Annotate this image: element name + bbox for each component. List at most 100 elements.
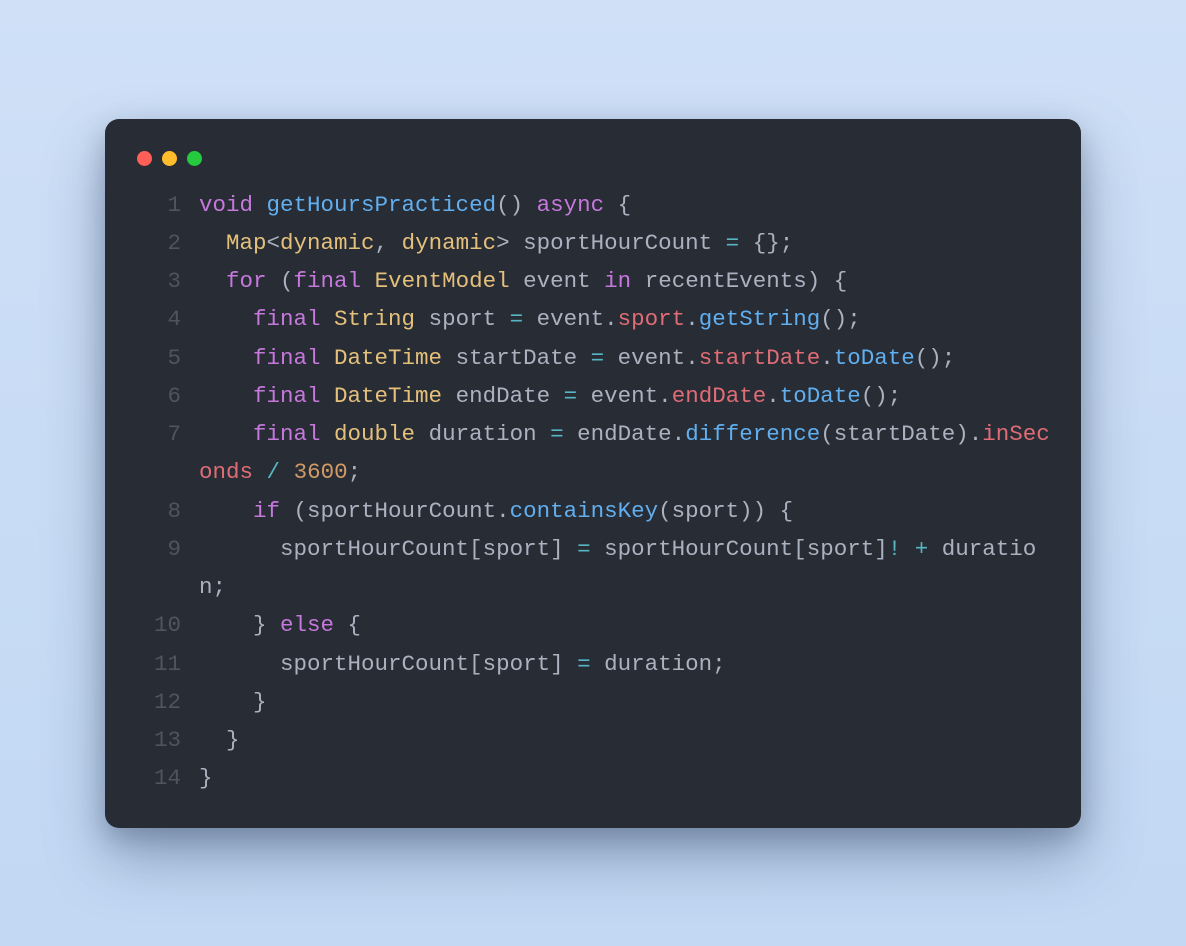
token: String (334, 306, 415, 332)
token: ] (874, 536, 888, 562)
token: getHoursPracticed (267, 192, 497, 218)
token: ] (550, 536, 564, 562)
token: . (496, 498, 510, 524)
token: () (496, 192, 523, 218)
line-number: 4 (135, 300, 199, 338)
token: EventModel (375, 268, 510, 294)
code-line: 4 final String sport = event.sport.getSt… (135, 300, 1051, 338)
token: = (550, 421, 564, 447)
token: sport (807, 536, 875, 562)
token (442, 345, 456, 371)
token: final (253, 345, 321, 371)
token: event (618, 345, 686, 371)
line-number: 12 (135, 683, 199, 721)
token: > (496, 230, 510, 256)
token: DateTime (334, 345, 442, 371)
token (604, 345, 618, 371)
code-line: 10 } else { (135, 606, 1051, 644)
token: (); (861, 383, 902, 409)
token: async (537, 192, 605, 218)
token: Map (226, 230, 267, 256)
token: . (685, 306, 699, 332)
token (253, 192, 267, 218)
line-source: } (199, 683, 1051, 721)
code-line: 3 for (final EventModel event in recentE… (135, 262, 1051, 300)
token (564, 536, 578, 562)
token: . (604, 306, 618, 332)
line-source: final double duration = endDate.differen… (199, 415, 1051, 492)
line-source: } (199, 759, 1051, 797)
token: ; (348, 459, 362, 485)
token: sport (483, 536, 551, 562)
line-source: sportHourCount[sport] = duration; (199, 645, 1051, 683)
line-number: 11 (135, 645, 199, 683)
token (496, 306, 510, 332)
token: startDate (699, 345, 821, 371)
token: } (199, 612, 280, 638)
code-line: 2 Map<dynamic, dynamic> sportHourCount =… (135, 224, 1051, 262)
line-number: 2 (135, 224, 199, 262)
page-background: 1void getHoursPracticed() async {2 Map<d… (0, 0, 1186, 946)
close-icon[interactable] (137, 151, 152, 166)
token: = (591, 345, 605, 371)
token: DateTime (334, 383, 442, 409)
token: duration (429, 421, 537, 447)
token: if (253, 498, 280, 524)
token: final (253, 421, 321, 447)
token: sport (618, 306, 686, 332)
code-line: 11 sportHourCount[sport] = duration; (135, 645, 1051, 683)
token: startDate (834, 421, 956, 447)
token: [ (793, 536, 807, 562)
line-number: 5 (135, 339, 199, 377)
token (199, 306, 253, 332)
token: recentEvents (645, 268, 807, 294)
code-line: 5 final DateTime startDate = event.start… (135, 339, 1051, 377)
token: containsKey (510, 498, 659, 524)
token: ; (712, 651, 726, 677)
minimize-icon[interactable] (162, 151, 177, 166)
token: double (334, 421, 415, 447)
line-source: void getHoursPracticed() async { (199, 186, 1051, 224)
token: void (199, 192, 253, 218)
line-number: 6 (135, 377, 199, 415)
token: , (375, 230, 402, 256)
token (199, 421, 253, 447)
code-line: 6 final DateTime endDate = event.endDate… (135, 377, 1051, 415)
token: 3600 (294, 459, 348, 485)
zoom-icon[interactable] (187, 151, 202, 166)
token: toDate (780, 383, 861, 409)
token: {}; (753, 230, 794, 256)
token: sportHourCount (280, 651, 469, 677)
token: toDate (834, 345, 915, 371)
token (442, 383, 456, 409)
token: endDate (672, 383, 767, 409)
token: . (820, 345, 834, 371)
line-source: sportHourCount[sport] = sportHourCount[s… (199, 530, 1051, 607)
token (199, 498, 253, 524)
token (280, 459, 294, 485)
token (550, 383, 564, 409)
token: ) { (807, 268, 848, 294)
token (577, 383, 591, 409)
token (415, 421, 429, 447)
token: } (199, 765, 213, 791)
token: . (685, 345, 699, 371)
line-number: 10 (135, 606, 199, 644)
token (199, 651, 280, 677)
token (591, 651, 605, 677)
token: dynamic (402, 230, 497, 256)
token (321, 345, 335, 371)
token (537, 421, 551, 447)
token: endDate (577, 421, 672, 447)
token: ( (658, 498, 672, 524)
token: difference (685, 421, 820, 447)
token (510, 268, 524, 294)
token: [ (469, 651, 483, 677)
token (199, 383, 253, 409)
token: sportHourCount (280, 536, 469, 562)
code-line: 8 if (sportHourCount.containsKey(sport))… (135, 492, 1051, 530)
line-number: 9 (135, 530, 199, 568)
line-source: } (199, 721, 1051, 759)
line-number: 1 (135, 186, 199, 224)
token: final (253, 306, 321, 332)
